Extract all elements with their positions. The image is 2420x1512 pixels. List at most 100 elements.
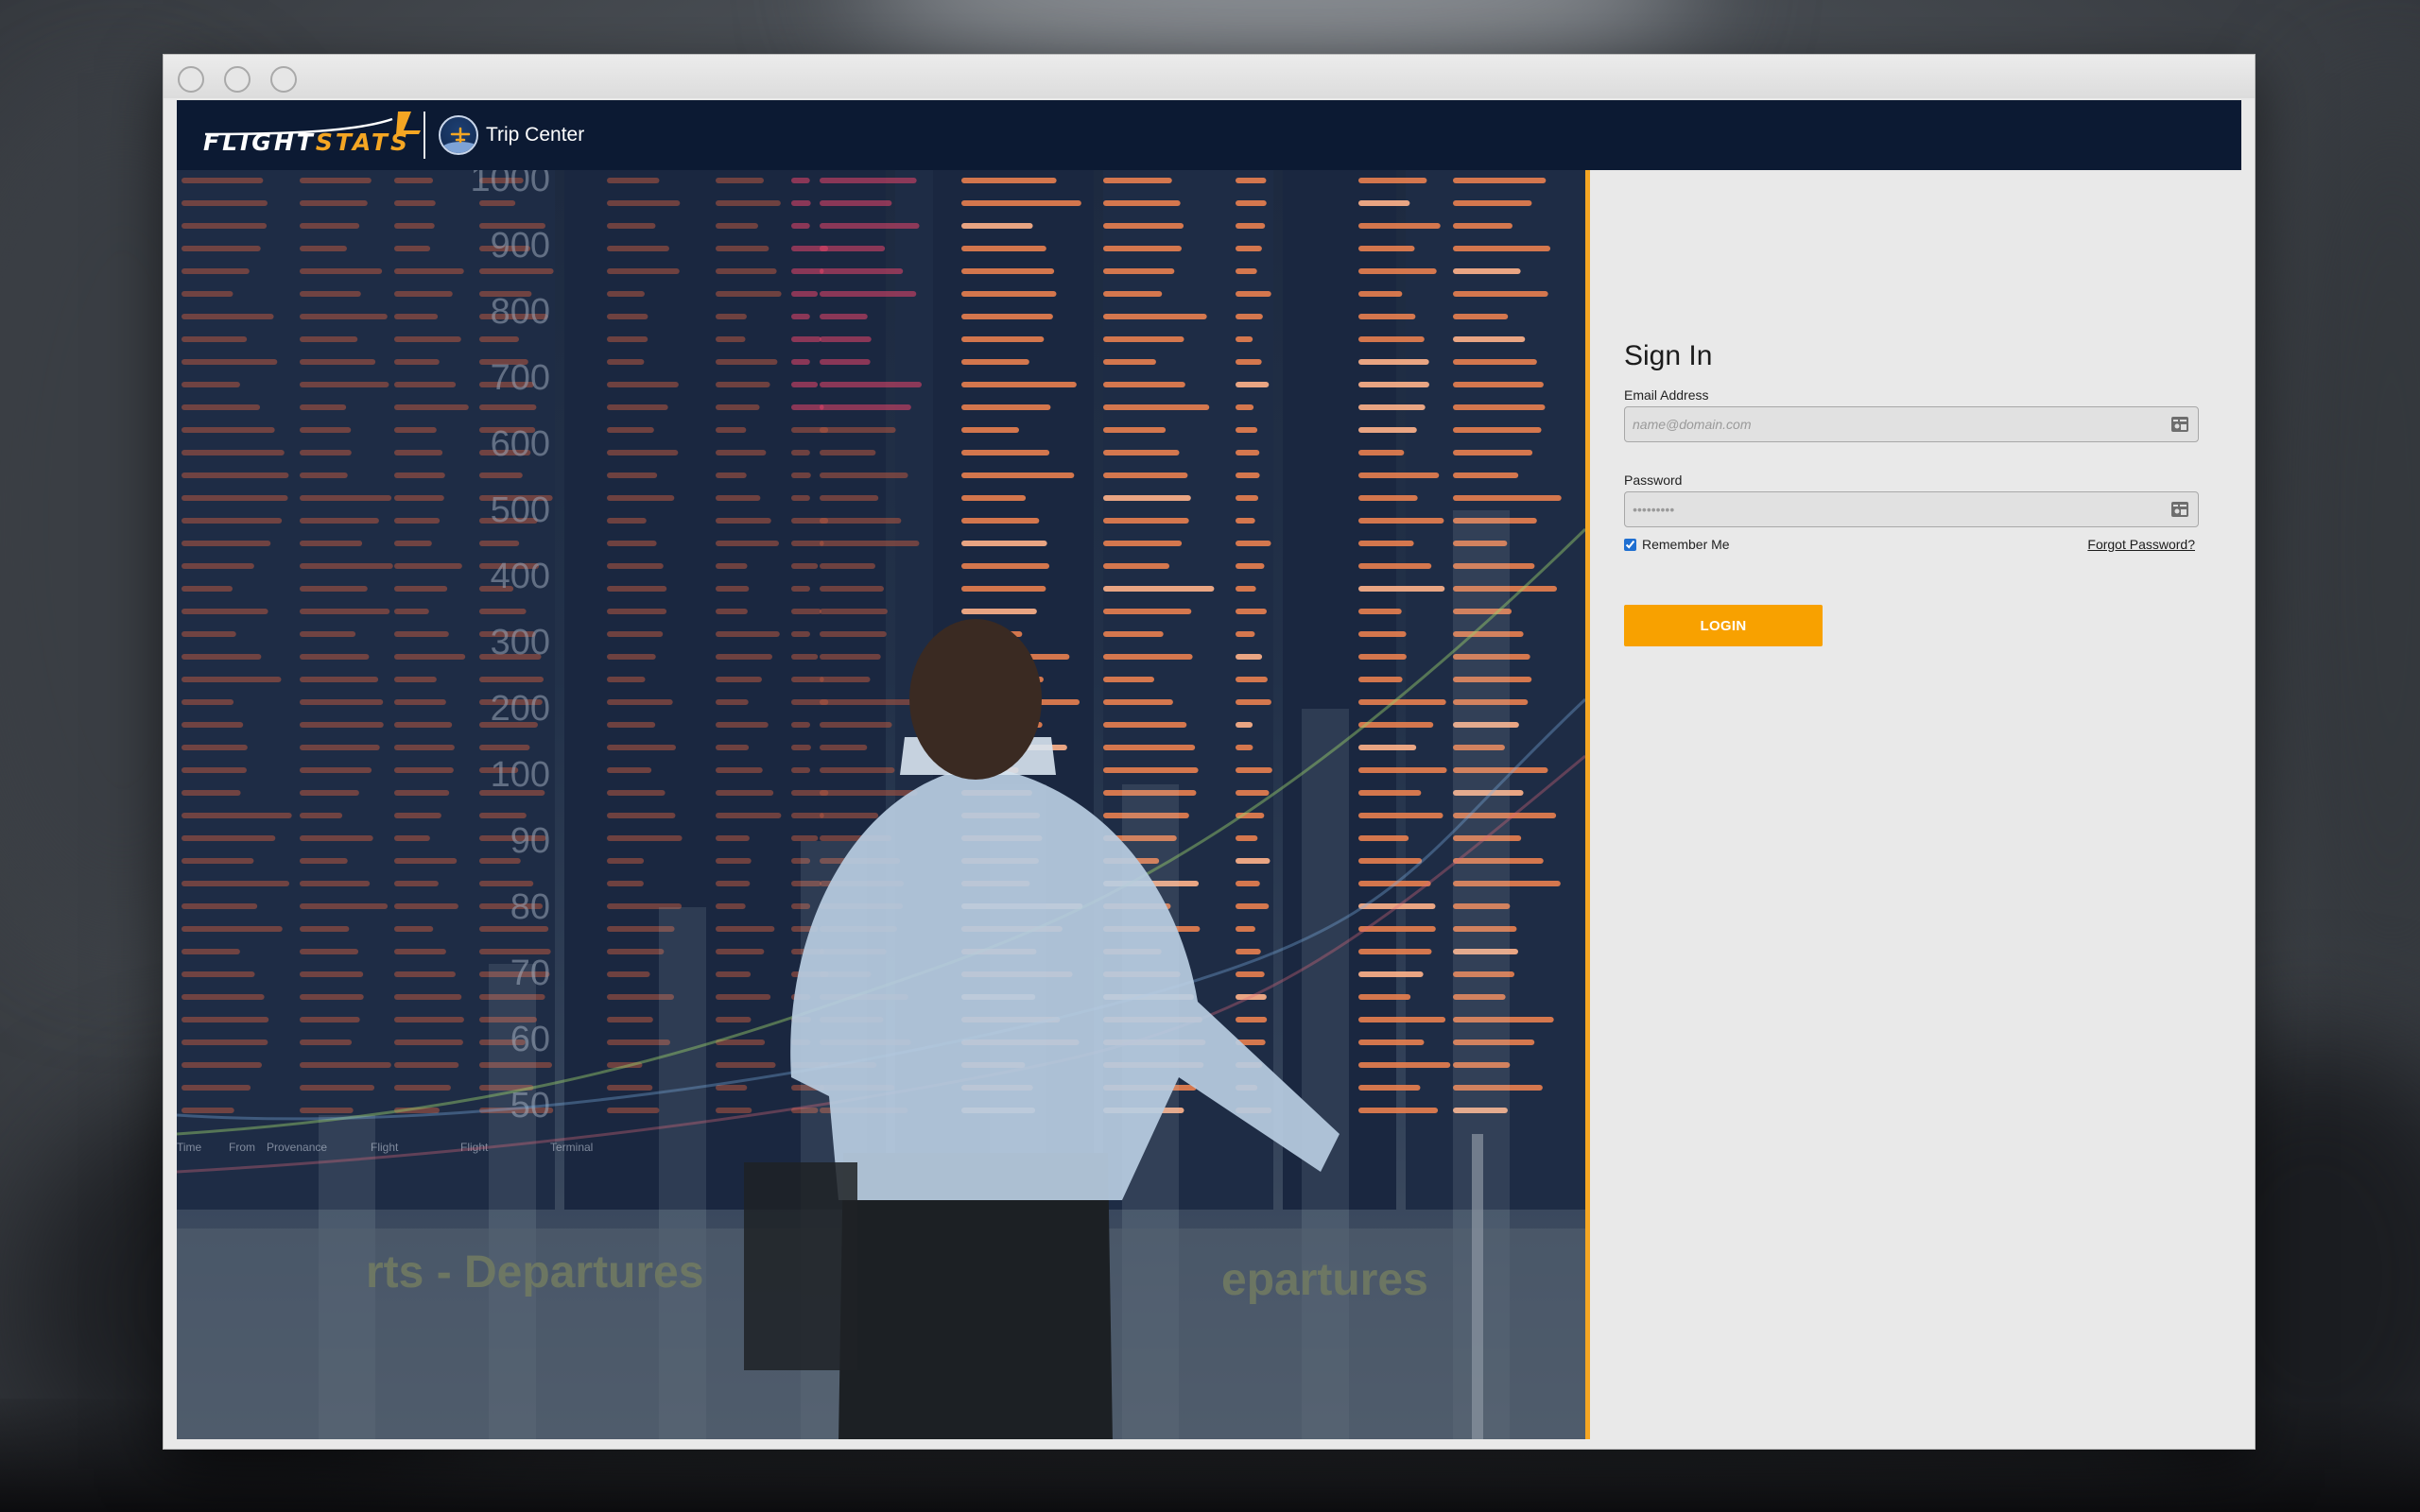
board-led-row bbox=[394, 903, 458, 909]
board-led-row bbox=[1358, 314, 1416, 319]
board-led-row bbox=[961, 223, 1033, 229]
board-led-row bbox=[607, 949, 665, 954]
board-led-row bbox=[607, 1017, 653, 1022]
board-led-row bbox=[300, 722, 384, 728]
board-led-row bbox=[1453, 472, 1519, 478]
email-field[interactable] bbox=[1624, 406, 2199, 442]
board-led-row bbox=[791, 813, 824, 818]
board-led-row bbox=[607, 881, 644, 886]
board-led-row bbox=[1358, 246, 1415, 251]
board-led-row bbox=[394, 677, 437, 682]
signin-title: Sign In bbox=[1624, 340, 1713, 371]
contact-card-icon[interactable] bbox=[2170, 500, 2189, 519]
board-led-row bbox=[394, 200, 436, 206]
board-led-row bbox=[1103, 314, 1207, 319]
board-led-row bbox=[961, 268, 1055, 274]
board-led-row bbox=[1236, 563, 1265, 569]
board-led-row bbox=[1236, 404, 1254, 410]
board-led-row bbox=[716, 994, 771, 1000]
board-led-row bbox=[182, 631, 236, 637]
board-led-row bbox=[791, 268, 824, 274]
board-led-row bbox=[716, 1108, 752, 1113]
board-led-row bbox=[1453, 495, 1562, 501]
zoom-window-button[interactable] bbox=[270, 66, 297, 93]
scale-label: 100 bbox=[491, 755, 550, 795]
board-led-row bbox=[1236, 246, 1262, 251]
board-led-row bbox=[300, 178, 372, 183]
board-led-row bbox=[1236, 268, 1257, 274]
board-led-row bbox=[394, 1085, 451, 1091]
board-led-row bbox=[716, 949, 765, 954]
board-led-row bbox=[182, 1062, 263, 1068]
board-led-row bbox=[607, 336, 648, 342]
board-led-row bbox=[716, 722, 769, 728]
scale-label: 800 bbox=[491, 292, 550, 332]
board-led-row bbox=[394, 178, 434, 183]
board-led-row bbox=[820, 563, 875, 569]
board-led-row bbox=[1236, 1017, 1268, 1022]
board-led-row bbox=[1358, 563, 1432, 569]
board-led-row bbox=[182, 518, 283, 524]
board-led-row bbox=[820, 790, 918, 796]
board-led-row bbox=[394, 518, 441, 524]
board-led-row bbox=[479, 200, 516, 206]
board-led-row bbox=[791, 654, 819, 660]
board-led-row bbox=[394, 450, 443, 455]
board-led-row bbox=[1358, 359, 1429, 365]
board-led-row bbox=[182, 971, 255, 977]
login-button[interactable]: LOGIN bbox=[1624, 605, 1823, 646]
board-led-row bbox=[607, 404, 668, 410]
email-label: Email Address bbox=[1624, 387, 1709, 403]
board-led-row bbox=[300, 1085, 375, 1091]
board-led-row bbox=[394, 858, 458, 864]
board-led-row bbox=[961, 472, 1075, 478]
board-led-row bbox=[182, 722, 244, 728]
board-led-row bbox=[394, 790, 450, 796]
board-led-row bbox=[1103, 223, 1184, 229]
board-led-row bbox=[300, 336, 358, 342]
close-window-button[interactable] bbox=[178, 66, 204, 93]
board-led-row bbox=[1358, 858, 1423, 864]
board-led-row bbox=[716, 314, 747, 319]
board-led-row bbox=[1358, 541, 1414, 546]
board-led-row bbox=[1103, 541, 1183, 546]
board-led-row bbox=[1103, 427, 1167, 433]
remember-me[interactable]: Remember Me bbox=[1624, 537, 1730, 552]
board-led-row bbox=[394, 472, 445, 478]
board-led-row bbox=[300, 495, 392, 501]
board-led-row bbox=[820, 336, 872, 342]
board-led-row bbox=[1236, 971, 1265, 977]
board-led-row bbox=[716, 677, 762, 682]
board-led-row bbox=[820, 291, 917, 297]
contact-card-icon[interactable] bbox=[2170, 415, 2189, 434]
board-led-row bbox=[182, 291, 233, 297]
board-led-row bbox=[394, 246, 431, 251]
board-led-row bbox=[820, 631, 887, 637]
board-led-row bbox=[394, 495, 444, 501]
password-field[interactable] bbox=[1624, 491, 2199, 527]
board-led-row bbox=[961, 427, 1020, 433]
forgot-password-link[interactable]: Forgot Password? bbox=[2087, 537, 2195, 552]
board-led-row bbox=[716, 745, 750, 750]
flightstats-logo[interactable]: FLIGHTSTATS bbox=[203, 100, 421, 170]
board-led-row bbox=[820, 404, 911, 410]
board-led-row bbox=[716, 336, 746, 342]
board-led-row bbox=[791, 677, 824, 682]
board-led-row bbox=[1236, 336, 1253, 342]
board-led-row bbox=[1358, 835, 1409, 841]
board-led-row bbox=[1453, 404, 1546, 410]
board-led-row bbox=[1453, 200, 1532, 206]
board-led-row bbox=[791, 450, 810, 455]
board-led-row bbox=[1236, 518, 1255, 524]
signin-form: Sign In Email Address Password bbox=[1624, 340, 2201, 646]
board-led-row bbox=[394, 699, 446, 705]
board-led-row bbox=[820, 200, 892, 206]
board-led-row bbox=[820, 314, 868, 319]
remember-me-checkbox[interactable] bbox=[1624, 538, 1636, 551]
board-led-row bbox=[820, 427, 896, 433]
board-led-row bbox=[182, 1040, 268, 1045]
board-led-row bbox=[394, 382, 457, 387]
board-led-row bbox=[716, 223, 758, 229]
board-led-row bbox=[716, 382, 770, 387]
minimize-window-button[interactable] bbox=[224, 66, 251, 93]
